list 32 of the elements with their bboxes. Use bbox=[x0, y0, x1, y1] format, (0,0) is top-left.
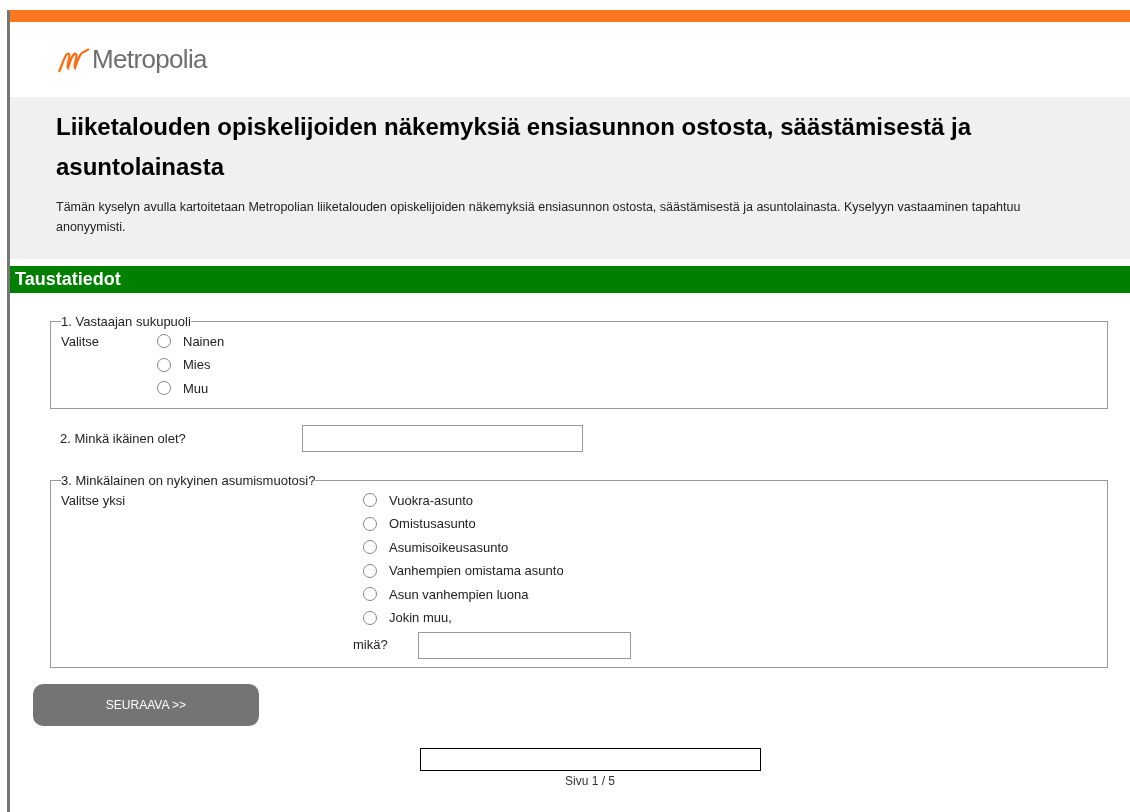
next-button[interactable]: SEURAAVA >> bbox=[33, 683, 259, 726]
section-title: Taustatiedot bbox=[15, 268, 121, 291]
radio-button[interactable] bbox=[363, 563, 377, 578]
option-label: Vuokra-asunto bbox=[389, 491, 474, 510]
logo-swirl-icon bbox=[56, 45, 90, 74]
other-label: mikä? bbox=[353, 636, 388, 655]
option-label: Mies bbox=[183, 356, 211, 374]
radio-button[interactable] bbox=[363, 610, 377, 625]
radio-button[interactable] bbox=[363, 516, 377, 531]
option-label: Muu bbox=[183, 379, 209, 398]
question-label: 2. Minkä ikäinen olet? bbox=[60, 429, 187, 448]
option-label: Asun vanhempien luona bbox=[389, 585, 529, 604]
page-indicator: Sivu 1 / 5 bbox=[565, 772, 615, 790]
survey-title: Liiketalouden opiskelijoiden näkemyksiä ensiasunnon ostosta, säästämisestä ja asuntolainasta bbox=[56, 112, 973, 182]
radio-button[interactable] bbox=[363, 493, 377, 508]
radio-button[interactable] bbox=[363, 587, 377, 602]
question-label: 1. Vastaajan sukupuoli bbox=[61, 313, 191, 331]
hint-text: Valitse bbox=[61, 332, 101, 351]
survey-intro: Tämän kyselyn avulla kartoitetaan Metropolian liiketalouden opiskelijoiden näkemyksiä ensiasunnon ostosta, säästämisestä ja asuntolainasta. Kyselyyn vastaaminen tapahtuu anonyymisti. bbox=[56, 199, 1022, 236]
radio-button[interactable] bbox=[363, 540, 377, 555]
option-label: Omistusasunto bbox=[389, 515, 476, 533]
option-label: Nainen bbox=[183, 332, 225, 351]
radio-button[interactable] bbox=[157, 334, 171, 349]
option-label: Jokin muu, bbox=[389, 609, 452, 627]
option-label: Asumisoikeusasunto bbox=[389, 538, 509, 557]
question-label: 3. Minkälainen on nykyinen asumismuotosi? bbox=[61, 472, 316, 490]
logo-text: Metropolia bbox=[92, 43, 207, 76]
option-label: Vanhempien omistama asunto bbox=[389, 562, 564, 580]
input-field[interactable] bbox=[302, 425, 583, 452]
radio-button[interactable] bbox=[157, 357, 171, 372]
radio-button[interactable] bbox=[157, 381, 171, 396]
input-field[interactable] bbox=[417, 631, 631, 659]
